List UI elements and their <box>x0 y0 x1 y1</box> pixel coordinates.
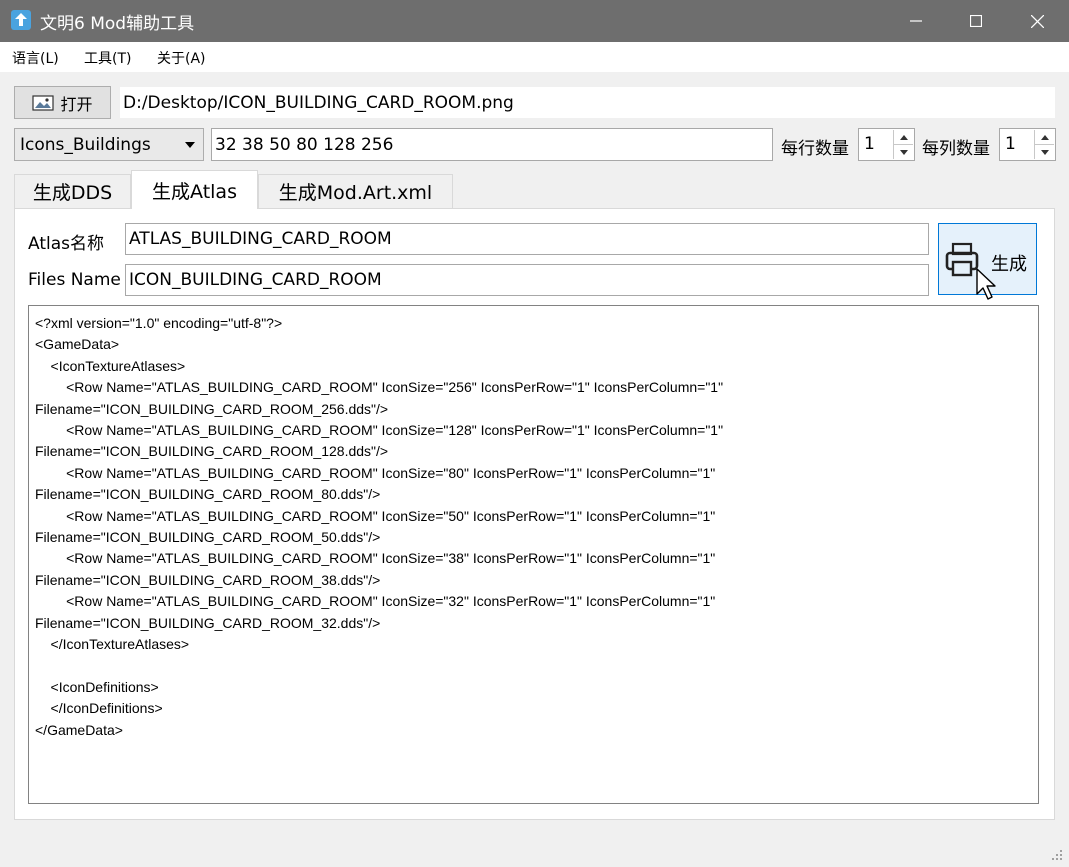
mouse-pointer-icon <box>976 268 996 300</box>
close-button[interactable] <box>1007 0 1067 42</box>
close-icon <box>1030 14 1044 28</box>
per-column-value: 1 <box>1005 134 1016 154</box>
per-row-decrement[interactable] <box>894 145 913 159</box>
maximize-icon <box>970 15 982 27</box>
chevron-down-icon <box>185 142 195 148</box>
files-name-label: Files Name <box>28 270 121 290</box>
xml-output-text: <?xml version="1.0" encoding="utf-8"?> <… <box>35 315 724 738</box>
tab-generate-atlas[interactable]: 生成Atlas <box>131 170 258 209</box>
file-path-field[interactable]: D:/Desktop/ICON_BUILDING_CARD_ROOM.png <box>119 86 1056 119</box>
atlas-name-field[interactable]: ATLAS_BUILDING_CARD_ROOM <box>125 223 929 255</box>
per-column-label: 每列数量 <box>922 139 990 159</box>
per-row-label: 每行数量 <box>781 139 849 159</box>
per-column-decrement[interactable] <box>1035 145 1054 159</box>
per-row-stepper[interactable]: 1 <box>858 128 915 161</box>
app-window: 文明6 Mod辅助工具 语言(L) 工具(T) 关于(A) 打开 D:/Desk… <box>0 0 1069 867</box>
files-name-field[interactable]: ICON_BUILDING_CARD_ROOM <box>125 264 929 296</box>
xml-output-textarea[interactable]: <?xml version="1.0" encoding="utf-8"?> <… <box>28 305 1039 804</box>
generate-button[interactable]: 生成 <box>938 223 1037 300</box>
menu-language[interactable]: 语言(L) <box>12 48 59 68</box>
tab-generate-dds[interactable]: 生成DDS <box>14 174 131 208</box>
tab-generate-mod-art-xml[interactable]: 生成Mod.Art.xml <box>258 174 453 208</box>
menu-about[interactable]: 关于(A) <box>157 48 206 68</box>
minimize-button[interactable] <box>886 0 946 42</box>
window-title: 文明6 Mod辅助工具 <box>40 14 195 34</box>
arrow-down-icon <box>1040 149 1049 155</box>
open-button[interactable]: 打开 <box>14 86 111 119</box>
image-icon <box>32 94 55 111</box>
app-icon <box>11 10 31 30</box>
per-row-increment[interactable] <box>894 130 913 145</box>
arrow-down-icon <box>899 149 908 155</box>
resize-grip-icon[interactable] <box>1050 848 1064 862</box>
per-column-increment[interactable] <box>1035 130 1054 145</box>
arrow-up-icon <box>899 134 908 140</box>
title-bar[interactable]: 文明6 Mod辅助工具 <box>0 0 1069 42</box>
arrow-up-icon <box>1040 134 1049 140</box>
per-column-stepper[interactable]: 1 <box>999 128 1056 161</box>
menu-tools[interactable]: 工具(T) <box>84 48 131 68</box>
category-select[interactable]: Icons_Buildings <box>14 128 204 161</box>
menu-bar: 语言(L) 工具(T) 关于(A) <box>0 42 1069 72</box>
maximize-button[interactable] <box>946 0 1006 42</box>
category-select-value: Icons_Buildings <box>20 134 151 155</box>
per-column-stepper-buttons <box>1034 130 1054 159</box>
minimize-icon <box>910 20 922 22</box>
open-button-label: 打开 <box>60 94 93 114</box>
per-row-value: 1 <box>864 134 875 154</box>
per-row-stepper-buttons <box>893 130 913 159</box>
icon-sizes-field[interactable]: 32 38 50 80 128 256 <box>211 128 773 161</box>
atlas-name-label: Atlas名称 <box>28 234 104 254</box>
